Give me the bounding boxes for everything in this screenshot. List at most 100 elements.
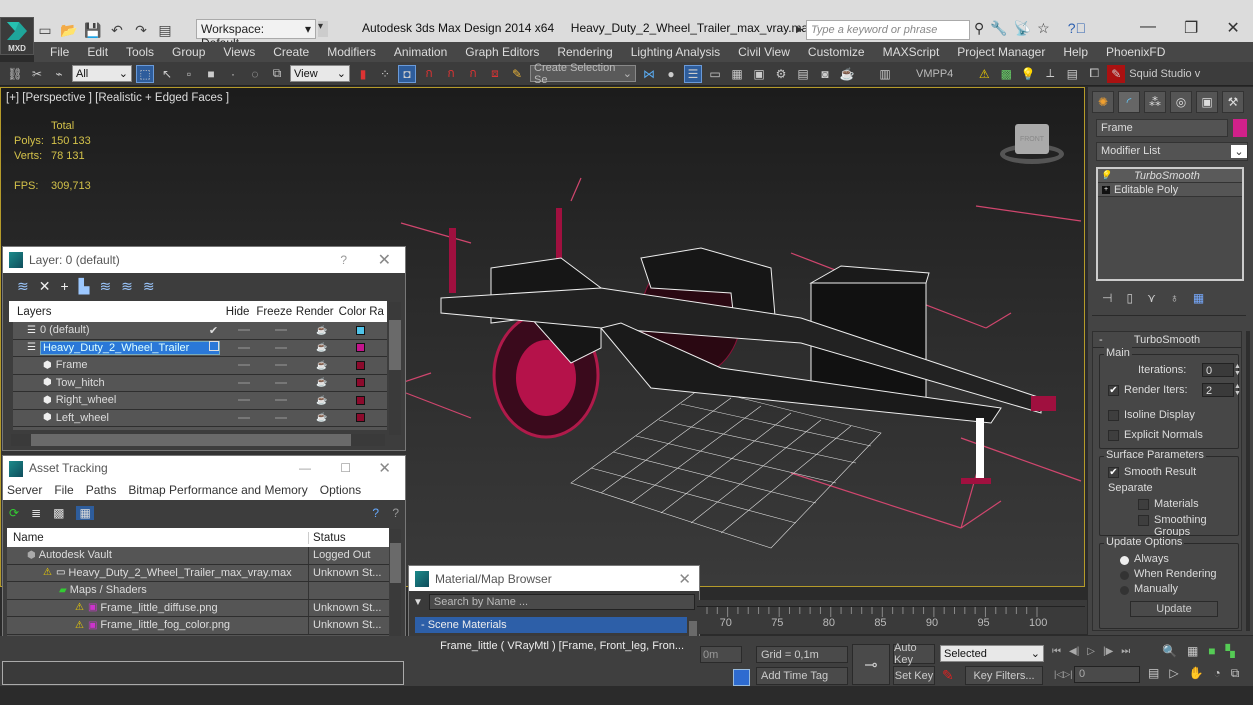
color-swatch[interactable] [343, 360, 377, 370]
env-icon[interactable]: ▩ [997, 65, 1015, 83]
scene-materials-group[interactable]: - Scene Materials [415, 617, 687, 633]
warning-icon[interactable]: ⚠ [975, 65, 993, 83]
stack-item-editable-poly[interactable]: + Editable Poly [1098, 183, 1242, 197]
asset-name-cell[interactable]: ⚠ ▣ Frame_little_diffuse.png [7, 599, 309, 616]
reference-coord-dropdown[interactable]: View ⌄ [290, 65, 350, 82]
hide-toggle[interactable] [227, 364, 261, 367]
show-end-result-icon[interactable]: ▯ [1126, 291, 1133, 305]
spinner-arrows-icon[interactable]: ▲ ▼ [1234, 363, 1241, 377]
menu-maxscript[interactable]: MAXScript [874, 45, 949, 59]
current-layer-toggle[interactable] [200, 341, 227, 354]
render-teapot-icon[interactable]: ☕ [301, 325, 343, 336]
utilities-tab-icon[interactable]: ⚒ [1222, 91, 1244, 113]
material-search-input[interactable]: Search by Name ... [428, 594, 695, 610]
col-freeze[interactable]: Freeze [254, 306, 294, 318]
spinner-arrows-icon[interactable]: ▲ ▼ [1234, 383, 1241, 397]
hide-toggle[interactable] [227, 416, 261, 419]
asset-row[interactable]: ⚠ ▭ Heavy_Duty_2_Wheel_Trailer_max_vray.… [7, 564, 389, 582]
color-swatch[interactable] [343, 413, 377, 423]
menu-modifiers[interactable]: Modifiers [318, 45, 385, 59]
add-to-layer-icon[interactable]: + [60, 278, 68, 294]
viewcube-face[interactable]: FRONT [1015, 124, 1049, 154]
viewport-label[interactable]: [+] [Perspective ] [Realistic + Edged Fa… [6, 92, 229, 104]
create-layer-icon[interactable]: ≋ [17, 278, 29, 295]
iterations-spinner[interactable]: 0 [1202, 363, 1234, 377]
col-render[interactable]: Render [294, 306, 336, 318]
layer-dialog-titlebar[interactable]: Layer: 0 (default) ? ✕ [3, 247, 405, 273]
material-browser-titlebar[interactable]: Material/Map Browser ✕ [409, 566, 699, 591]
menu-tools[interactable]: Tools [117, 45, 163, 59]
radio-when-rendering[interactable] [1120, 571, 1129, 580]
menu-graph-editors[interactable]: Graph Editors [456, 45, 548, 59]
options-menu-icon[interactable]: ▼ [413, 597, 423, 608]
go-to-end-icon[interactable]: ⏭ [1121, 646, 1130, 657]
menu-rendering[interactable]: Rendering [548, 45, 621, 59]
rendered-frame-window-icon[interactable]: ◙ [816, 65, 834, 83]
add-time-tag-button[interactable]: Add Time Tag [756, 667, 848, 685]
vmpp-icon[interactable]: ▥ [876, 65, 894, 83]
freeze-toggle[interactable] [261, 364, 301, 367]
squid-studio-icon[interactable]: ✎ [1107, 64, 1126, 83]
col-radiosity[interactable]: Ra [369, 306, 387, 318]
render-iters-checkbox[interactable]: ✔ [1108, 385, 1119, 396]
snaps-toggle-icon[interactable]: ก [420, 65, 438, 83]
select-object-icon[interactable]: ⬚ [136, 64, 154, 83]
asset-row[interactable]: ⬢ Autodesk Vault Logged Out [7, 547, 389, 565]
explicit-normals-checkbox[interactable] [1108, 430, 1119, 441]
remove-modifier-icon[interactable]: ♁ [1170, 291, 1179, 305]
render-teapot-icon[interactable]: ☕ [301, 360, 343, 371]
command-panel-scrollbar[interactable] [1246, 331, 1250, 631]
layer-row[interactable]: ⬢ Tow_hitch ☕ [13, 375, 387, 392]
workspace-dropdown[interactable]: Workspace: Default ▾ [196, 19, 316, 50]
satellite-icon[interactable]: 📡 [1014, 20, 1031, 37]
separate-smoothing-groups-checkbox[interactable] [1138, 515, 1149, 526]
keyboard-shortcut-override-icon[interactable]: ◘ [398, 64, 416, 83]
set-key-button[interactable]: Set Key [893, 666, 935, 685]
maximize-icon[interactable]: ☐ [340, 461, 351, 475]
asset-dialog-titlebar[interactable]: Asset Tracking — ☐ ✕ [3, 456, 405, 480]
object-color-swatch[interactable] [1233, 119, 1247, 137]
layer-row[interactable]: ⬢ Left_wheel ☕ [13, 410, 387, 427]
menu-edit[interactable]: Edit [78, 45, 117, 59]
freeze-toggle[interactable] [261, 346, 301, 349]
hide-toggle[interactable] [227, 329, 261, 332]
motion-tab-icon[interactable]: ◎ [1170, 91, 1192, 113]
vmpp-label[interactable]: VMPP4 [916, 68, 953, 80]
help-icon[interactable]: ?⃝ [1068, 20, 1086, 37]
minimize-icon[interactable]: — [1140, 18, 1156, 38]
radio-always[interactable] [1120, 556, 1129, 565]
layer-name-cell[interactable]: ⬢ Tow_hitch [13, 377, 200, 389]
menu-animation[interactable]: Animation [385, 45, 456, 59]
play-icon[interactable]: ▷ [1087, 646, 1095, 657]
angle-snap-icon[interactable]: ก [442, 65, 460, 83]
close-icon[interactable]: ✕ [378, 250, 391, 270]
render-teapot-icon[interactable]: ☕ [301, 412, 343, 423]
menu-civil-view[interactable]: Civil View [729, 45, 799, 59]
stack-item-turbosmooth[interactable]: 💡 TurboSmooth [1098, 169, 1242, 183]
freeze-toggle[interactable] [261, 416, 301, 419]
next-frame-icon[interactable]: |▶ [1103, 646, 1113, 657]
menu-create[interactable]: Create [264, 45, 318, 59]
hide-toggle[interactable] [227, 346, 261, 349]
isoline-display-checkbox[interactable] [1108, 410, 1119, 421]
hide-all-layers-icon[interactable]: ≋ [121, 278, 133, 295]
menu-phoenixfd[interactable]: PhoenixFD [1097, 45, 1174, 59]
help-icon[interactable]: ? [392, 506, 399, 520]
maximize-viewport-icon[interactable]: ⧉ [1231, 666, 1240, 681]
time-configuration-icon[interactable]: ▤ [1148, 666, 1159, 681]
asset-name-cell[interactable]: ⚠ ▣ Frame_little_fog_color.png [7, 617, 309, 634]
freeze-toggle[interactable] [261, 381, 301, 384]
link-icon[interactable]: ⛓ [6, 65, 24, 83]
asset-name-cell[interactable]: ▰ Maps / Shaders [7, 582, 309, 599]
layer-name-cell[interactable]: ☰ 0 (default) [13, 324, 200, 336]
asset-menu-paths[interactable]: Paths [86, 483, 117, 497]
highlight-selected-layer-icon[interactable]: ≋ [99, 278, 111, 295]
pin-stack-icon[interactable]: ⊣ [1102, 291, 1112, 305]
make-unique-icon[interactable]: ⋎ [1147, 291, 1156, 305]
layer-name-cell[interactable]: ⬢ Frame [13, 359, 200, 371]
col-status[interactable]: Status [309, 532, 346, 544]
lightbulb-icon[interactable]: 💡 [1098, 170, 1114, 181]
menu-lighting-analysis[interactable]: Lighting Analysis [622, 45, 729, 59]
asset-row[interactable]: ⚠ ▣ Frame_little_diffuse.png Unknown St.… [7, 599, 389, 617]
selection-filter-dropdown[interactable]: All ⌄ [72, 65, 132, 82]
